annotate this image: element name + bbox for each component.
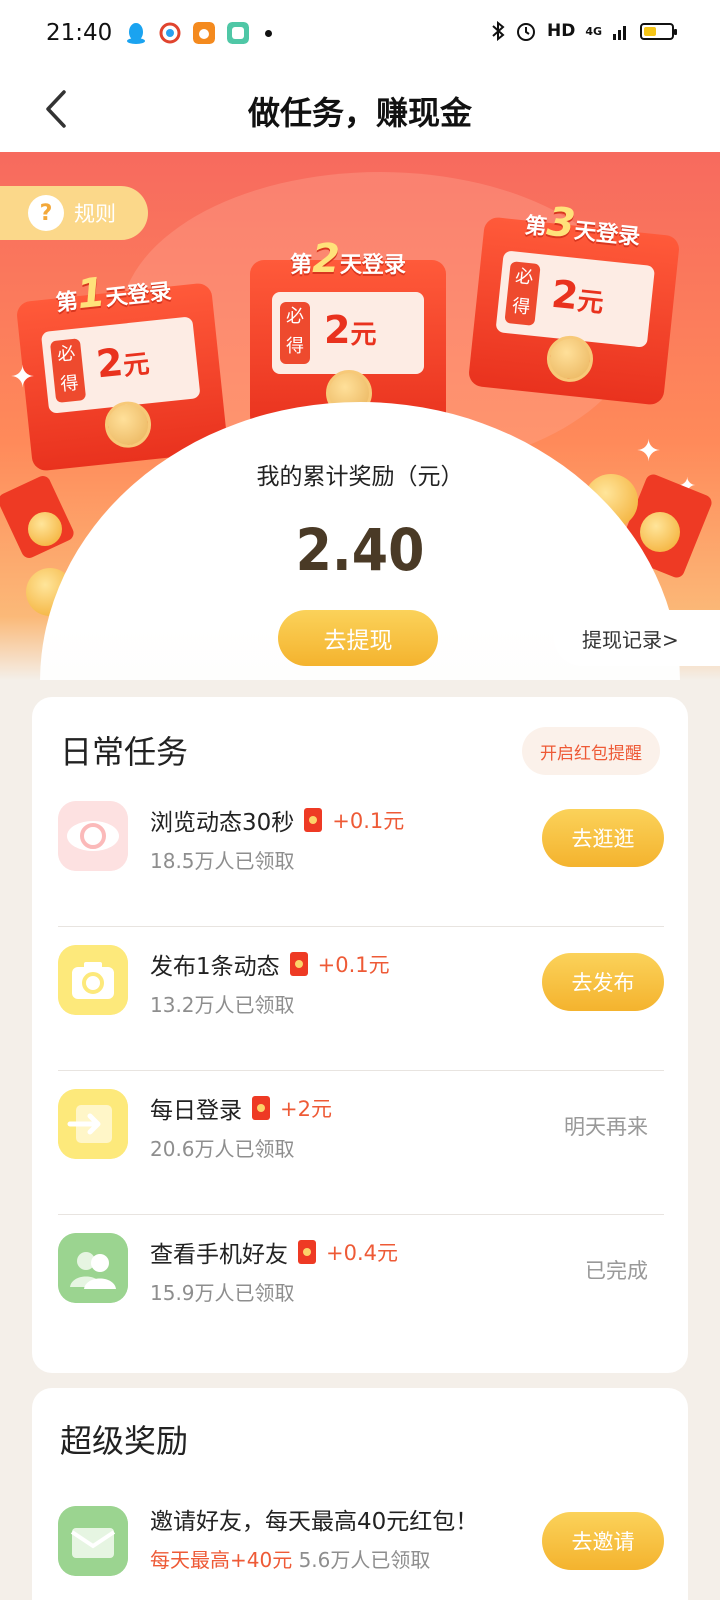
hero-banner: ? 规则 第1天登录 必得 2元 第2天登录 必得 2元 第3天登录 必得 2元… [0, 152, 720, 680]
signal-icon [613, 26, 626, 40]
red-packet-icon [298, 1240, 316, 1264]
post-button[interactable]: 去发布 [542, 953, 664, 1011]
task-claim-count: 20.6万人已领取 [150, 1137, 295, 1161]
task-reward: +2元 [280, 1097, 332, 1121]
envelope-amount: 2元 [324, 308, 377, 352]
invite-button[interactable]: 去邀请 [542, 1512, 664, 1570]
task-row-friends: 查看手机好友 +0.4元 15.9万人已领取 已完成 [58, 1215, 664, 1359]
task-claim-count: 15.9万人已领取 [150, 1281, 295, 1305]
envelope-amount: 2元 [94, 339, 151, 387]
status-app-icons [125, 22, 272, 44]
daily-tasks-card: 日常任务 开启红包提醒 浏览动态30秒 +0.1元 18.5万人已领取 去逛逛 发… [32, 697, 688, 1373]
envelope-tag: 必得 [280, 302, 310, 364]
battery-fill [644, 26, 656, 36]
envelope-title: 第3天登录 [523, 198, 642, 251]
weibo-icon [159, 22, 181, 44]
envelope-tag: 必得 [504, 261, 541, 326]
question-icon: ? [28, 195, 64, 231]
status-right: HD 4G [491, 20, 677, 42]
browse-button[interactable]: 去逛逛 [542, 809, 664, 867]
task-claim-count: 18.5万人已领取 [150, 849, 295, 873]
login-icon [58, 1089, 128, 1159]
task-row-post: 发布1条动态 +0.1元 13.2万人已领取 去发布 [58, 927, 664, 1071]
envelope-card: 必得 2元 [40, 316, 201, 414]
envelope-amount: 2元 [549, 271, 605, 319]
task-reward: +0.4元 [326, 1241, 398, 1265]
super-reward-title: 超级奖励 [60, 1422, 189, 1460]
page-title: 做任务，赚现金 [247, 94, 472, 132]
task-claim-count: 13.2万人已领取 [150, 993, 295, 1017]
envelope-icon [58, 1506, 128, 1576]
envelope-card: 必得 2元 [272, 292, 424, 374]
app-icon [227, 22, 249, 44]
task-status: 已完成 [585, 1259, 648, 1283]
task-title: 每日登录 +2元 [150, 1091, 332, 1125]
envelope-title: 第1天登录 [54, 269, 173, 319]
red-packet-icon [252, 1096, 270, 1120]
task-status: 明天再来 [564, 1115, 648, 1139]
total-reward-label: 我的累计奖励（元） [256, 464, 464, 490]
signal-label: 4G [585, 24, 602, 38]
envelope-tag: 必得 [49, 338, 87, 404]
task-reward: +0.1元 [317, 953, 390, 977]
task-title: 浏览动态30秒 +0.1元 [150, 803, 404, 837]
uc-browser-icon [193, 22, 215, 44]
friends-icon [58, 1233, 128, 1303]
task-title: 查看手机好友 +0.4元 [150, 1235, 398, 1269]
invite-title: 邀请好友，每天最高40元红包！ [150, 1509, 479, 1535]
day3-envelope: 第3天登录 必得 2元 [467, 199, 681, 406]
notification-dot [265, 29, 272, 37]
task-title: 发布1条动态 +0.1元 [150, 947, 390, 981]
daily-tasks-title: 日常任务 [60, 733, 189, 771]
envelope-title: 第2天登录 [290, 236, 406, 282]
red-packet-icon [289, 952, 308, 976]
super-reward-card: 超级奖励 邀请好友，每天最高40元红包！ 每天最高+40元 5.6万人已领取 去… [32, 1388, 688, 1600]
bluetooth-icon [492, 21, 505, 41]
header: 做任务，赚现金 [0, 68, 720, 152]
eye-icon [58, 801, 128, 871]
total-reward-value: 2.40 [295, 516, 425, 584]
battery-icon [640, 22, 677, 40]
red-packet-reminder-button[interactable]: 开启红包提醒 [522, 727, 660, 775]
task-row-login: 每日登录 +2元 20.6万人已领取 明天再来 [58, 1071, 664, 1215]
invite-subtitle: 每天最高+40元 5.6万人已领取 [150, 1548, 431, 1572]
status-time: 21:40 [46, 20, 113, 46]
network-label: HD [546, 21, 576, 41]
alarm-icon [516, 23, 535, 41]
red-packet-icon [304, 808, 323, 832]
sparkle-icon: ✦ [10, 360, 36, 395]
status-bar: 21:40 HD 4G [0, 0, 720, 68]
task-reward: +0.1元 [332, 809, 405, 833]
invite-row: 邀请好友，每天最高40元红包！ 每天最高+40元 5.6万人已领取 去邀请 [58, 1496, 664, 1586]
envelope-card: 必得 2元 [495, 250, 656, 348]
camera-icon [58, 945, 128, 1015]
rules-label: 规则 [74, 202, 116, 226]
rules-button[interactable]: ? 规则 [0, 186, 148, 240]
withdraw-button[interactable]: 去提现 [278, 610, 438, 666]
withdraw-record-button[interactable]: 提现记录> [554, 610, 720, 666]
task-row-browse: 浏览动态30秒 +0.1元 18.5万人已领取 去逛逛 [58, 783, 664, 927]
qq-icon [127, 23, 145, 44]
